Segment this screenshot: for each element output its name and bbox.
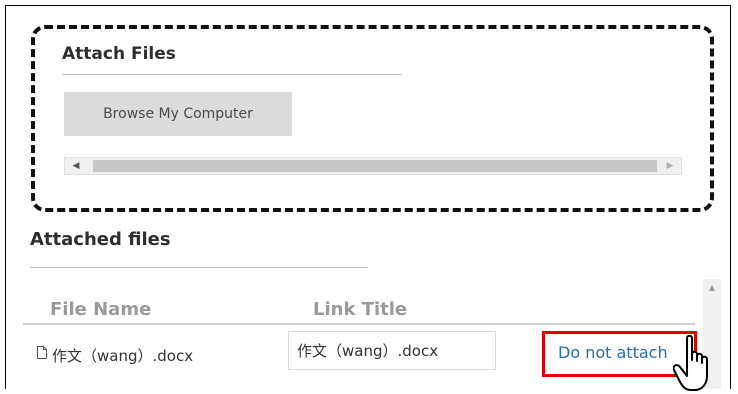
link-title-input[interactable] [288,331,496,370]
file-name-cell: 作文（wang）.docx [52,347,194,365]
attached-files-title: Attached files [30,229,171,250]
attach-files-divider [62,74,402,75]
table-header-divider [23,323,695,325]
hand-pointer-cursor-icon [673,334,708,391]
horizontal-scrollbar[interactable]: ◀ ▶ [64,157,682,175]
attach-files-title: Attach Files [62,44,176,64]
arrow-right-icon[interactable]: ▶ [659,158,681,174]
attached-files-divider [30,267,368,268]
column-header-file-name: File Name [50,299,152,320]
arrow-left-icon[interactable]: ◀ [65,158,87,174]
horizontal-scrollbar-thumb[interactable] [93,160,657,172]
arrow-up-icon[interactable]: ▲ [703,283,721,292]
browse-my-computer-button[interactable]: Browse My Computer [64,92,292,136]
do-not-attach-link[interactable]: Do not attach [558,343,668,362]
document-icon [37,346,47,359]
column-header-link-title: Link Title [313,299,408,320]
